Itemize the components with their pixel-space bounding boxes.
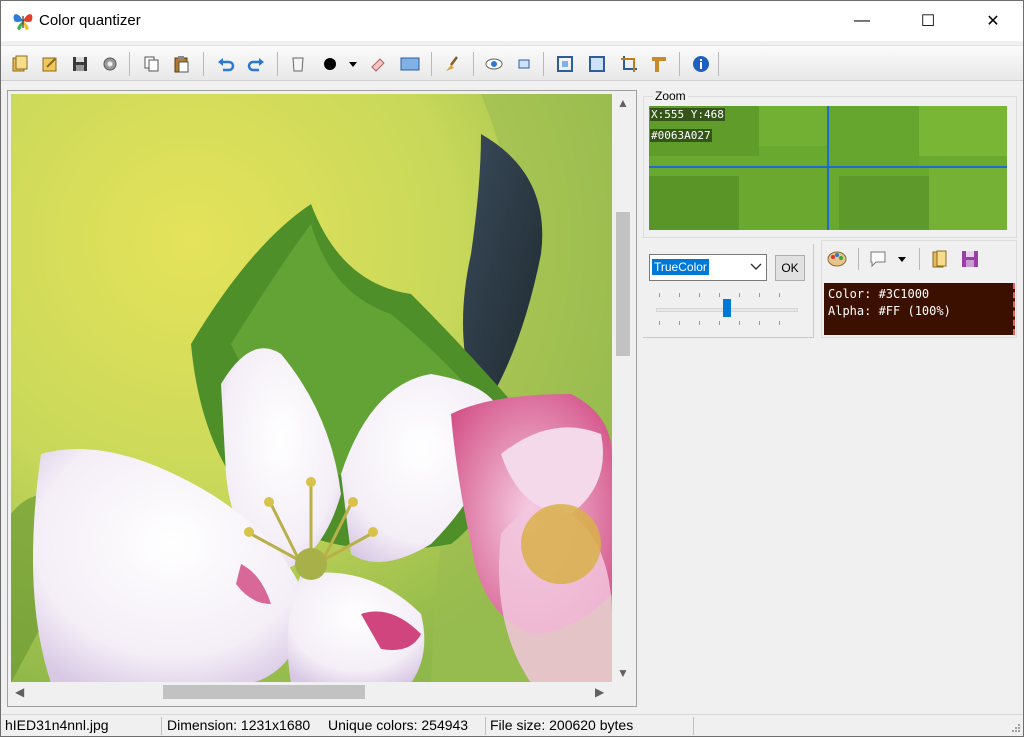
image-viewer: ▲ ▼ ◀ ▶	[7, 90, 637, 707]
status-separator	[693, 717, 694, 735]
alpha-value: Alpha: #FF (100%)	[828, 304, 951, 318]
image-canvas[interactable]	[11, 94, 612, 683]
slider-tick	[659, 293, 660, 297]
toolbar-separator	[277, 52, 278, 76]
rectangle-icon[interactable]	[399, 53, 421, 75]
open-palette-icon[interactable]	[929, 248, 951, 270]
status-file-size: File size: 200620 bytes	[490, 717, 634, 733]
toolbar	[1, 45, 1023, 81]
info-icon[interactable]	[690, 53, 712, 75]
slider-tick	[679, 321, 680, 325]
maximize-button[interactable]: ☐	[905, 1, 951, 41]
chevron-down-icon[interactable]	[347, 53, 359, 75]
slider-tick	[679, 293, 680, 297]
slider-tick	[719, 293, 720, 297]
status-dimension: Dimension: 1231x1680	[167, 717, 311, 733]
slider-tick	[699, 321, 700, 325]
preview-icon[interactable]	[483, 53, 505, 75]
small-view-icon[interactable]	[513, 53, 535, 75]
horizontal-scroll-thumb[interactable]	[163, 685, 365, 699]
copy-icon[interactable]	[141, 53, 163, 75]
status-bar: hIED31n4nnl.jpg Dimension: 1231x1680 Uni…	[1, 714, 1023, 736]
open-recent-icon[interactable]	[39, 53, 61, 75]
full-view-icon[interactable]	[586, 53, 608, 75]
window-title: Color quantizer	[39, 12, 141, 29]
open-icon[interactable]	[9, 53, 31, 75]
chevron-down-icon[interactable]	[895, 248, 909, 270]
undo-icon[interactable]	[215, 53, 237, 75]
settings-icon[interactable]	[99, 53, 121, 75]
quantize-slider-thumb[interactable]	[723, 299, 731, 317]
scroll-up-icon[interactable]: ▲	[617, 96, 629, 110]
status-separator	[161, 717, 162, 735]
title-bar: Color quantizer — ☐ ✕	[1, 1, 1023, 41]
save-icon[interactable]	[69, 53, 91, 75]
toolbar-separator	[679, 52, 680, 76]
slider-tick	[719, 321, 720, 325]
toolbar-separator	[718, 52, 719, 76]
color-panel-separator	[858, 248, 859, 270]
close-button[interactable]: ✕	[970, 1, 1016, 41]
resize-icon[interactable]	[648, 53, 670, 75]
slider-tick	[779, 321, 780, 325]
save-palette-icon[interactable]	[959, 248, 981, 270]
slider-tick	[739, 321, 740, 325]
chevron-down-icon[interactable]	[750, 260, 762, 275]
toolbar-separator	[473, 52, 474, 76]
zoom-coordinates: X:555 Y:468	[650, 108, 725, 121]
clear-brush-icon[interactable]	[441, 53, 463, 75]
butterfly-logo-icon	[13, 14, 33, 30]
zoom-hex-value: #0063A027	[650, 129, 712, 142]
zoom-view[interactable]: X:555 Y:468 #0063A027	[649, 106, 1007, 230]
bubble-icon[interactable]	[867, 248, 889, 270]
eraser-icon[interactable]	[367, 53, 389, 75]
resize-grip-icon[interactable]	[1009, 723, 1021, 735]
slider-tick	[659, 321, 660, 325]
fit-icon[interactable]	[554, 53, 576, 75]
toolbar-separator	[431, 52, 432, 76]
minimize-button[interactable]: —	[839, 1, 885, 41]
redo-icon[interactable]	[245, 53, 267, 75]
zoom-label: Zoom	[653, 89, 688, 103]
toolbar-separator	[203, 52, 204, 76]
palette-mode-value: TrueColor	[652, 259, 709, 275]
slider-tick	[759, 321, 760, 325]
status-unique-colors: Unique colors: 254943	[328, 717, 469, 733]
toolbar-separator	[543, 52, 544, 76]
scroll-left-icon[interactable]: ◀	[15, 685, 24, 699]
vertical-scroll-thumb[interactable]	[616, 212, 630, 356]
status-separator	[485, 717, 486, 735]
palette-icon[interactable]	[826, 248, 848, 270]
scroll-down-icon[interactable]: ▼	[617, 666, 629, 680]
vertical-scrollbar[interactable]: ▲ ▼	[613, 94, 633, 683]
paste-icon[interactable]	[171, 53, 193, 75]
brush-size-icon[interactable]	[319, 53, 341, 75]
status-filename: hIED31n4nnl.jpg	[5, 717, 109, 733]
palette-mode-select[interactable]: TrueColor	[649, 254, 767, 281]
slider-tick	[759, 293, 760, 297]
crop-icon[interactable]	[618, 53, 640, 75]
toolbar-separator	[129, 52, 130, 76]
zoom-pixels	[649, 106, 1007, 230]
slider-tick	[739, 293, 740, 297]
color-panel-separator	[919, 248, 920, 270]
slider-tick	[779, 293, 780, 297]
ok-button[interactable]: OK	[775, 255, 805, 281]
mask-icon[interactable]	[287, 53, 309, 75]
slider-tick	[699, 293, 700, 297]
app-window: Color quantizer — ☐ ✕ ▲ ▼ ◀ ▶ Zoom X:555…	[0, 0, 1024, 737]
color-value: Color: #3C1000	[828, 287, 930, 301]
horizontal-scrollbar[interactable]: ◀ ▶	[11, 682, 613, 702]
scroll-right-icon[interactable]: ▶	[595, 685, 604, 699]
flower-photo	[11, 94, 612, 683]
